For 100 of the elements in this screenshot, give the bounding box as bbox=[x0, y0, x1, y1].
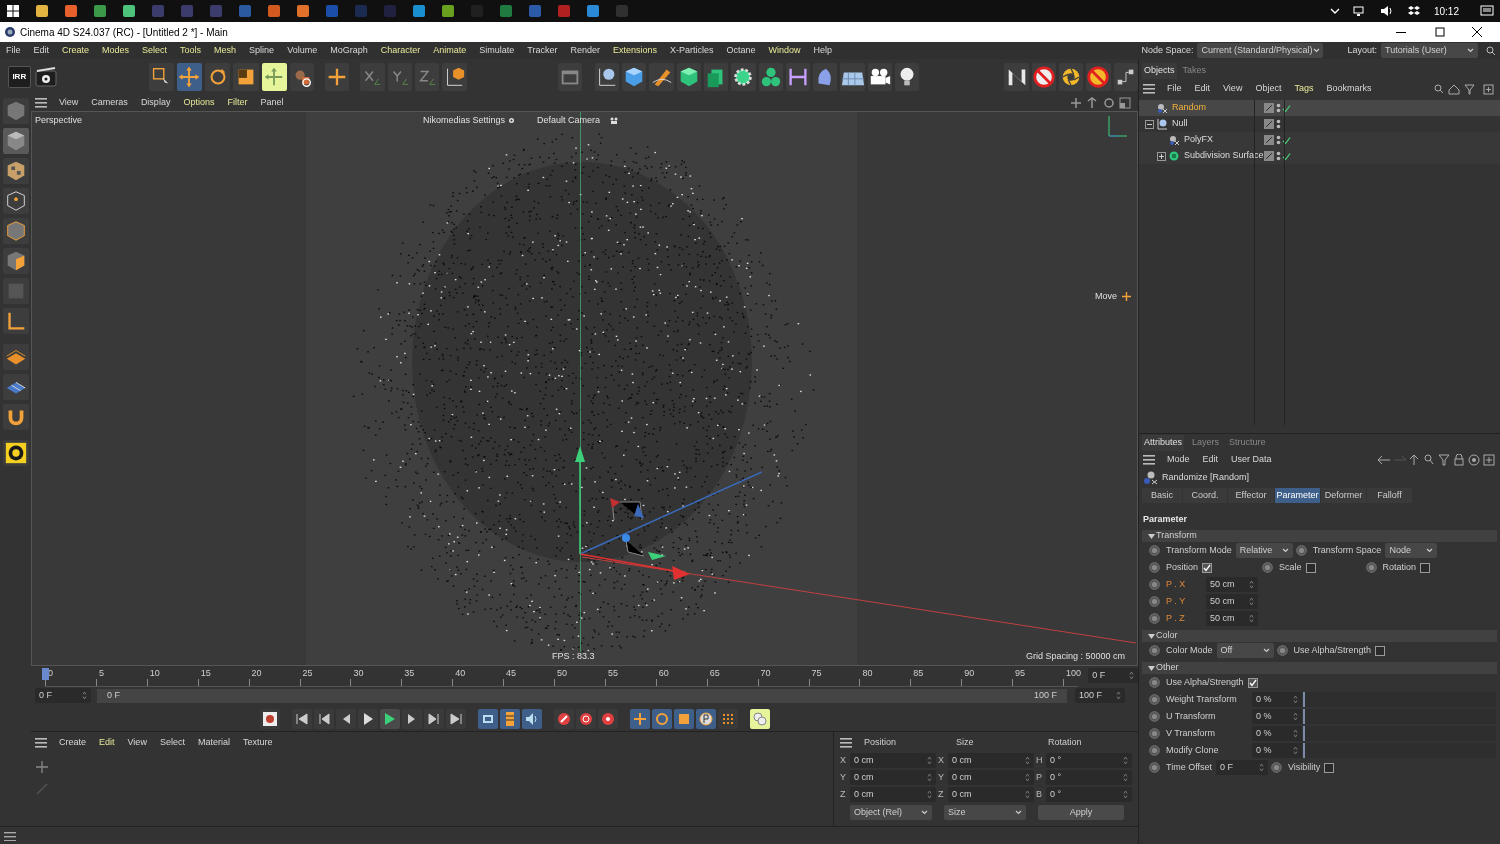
menu-item[interactable]: Bookmarks bbox=[1326, 82, 1372, 96]
coordinate-field[interactable]: 0 cm bbox=[850, 753, 936, 768]
panel-tab[interactable]: Takes bbox=[1180, 63, 1209, 79]
number-field[interactable]: 0 % bbox=[1252, 743, 1302, 758]
frame-range-bar[interactable]: 0 F 100 F bbox=[97, 688, 1067, 703]
menu-item[interactable]: Spline bbox=[249, 43, 275, 58]
coordinate-field[interactable]: 0 ° bbox=[1046, 753, 1132, 768]
group-title: Transform bbox=[1156, 529, 1197, 543]
start-frame-field[interactable]: 0 F bbox=[35, 688, 91, 703]
coordinate-field[interactable]: 0 cm bbox=[948, 787, 1034, 802]
viewport-settings-label[interactable]: Nikomedias Settings bbox=[423, 114, 506, 128]
node-space-dropdown[interactable]: Current (Standard/Physical) bbox=[1197, 43, 1324, 58]
group-header[interactable]: Transform bbox=[1142, 530, 1497, 542]
dropdown[interactable]: Node bbox=[1385, 543, 1438, 558]
menu-item[interactable]: Modes bbox=[102, 43, 130, 58]
menu-item[interactable]: User Data bbox=[1231, 453, 1272, 467]
number-field[interactable]: 0 % bbox=[1252, 726, 1302, 741]
menu-item[interactable]: Panel bbox=[260, 95, 284, 110]
menu-item[interactable]: X-Particles bbox=[670, 43, 714, 58]
menu-item[interactable]: Create bbox=[59, 736, 86, 750]
menu-item[interactable]: Tools bbox=[180, 43, 202, 58]
menu-item[interactable]: File bbox=[6, 43, 21, 58]
axis-label: Z bbox=[840, 787, 847, 801]
attribute-page-tab[interactable]: Falloff bbox=[1367, 488, 1412, 503]
group-header[interactable]: Other bbox=[1142, 662, 1497, 674]
irr-button[interactable]: IRR bbox=[8, 65, 31, 88]
number-field[interactable]: 50 cm bbox=[1206, 611, 1258, 626]
menu-item[interactable]: Edit bbox=[33, 43, 50, 58]
menu-item[interactable]: Mesh bbox=[214, 43, 237, 58]
frame-number: 100 bbox=[1066, 668, 1082, 679]
menu-item[interactable]: Material bbox=[197, 736, 230, 750]
menu-item[interactable]: Tags bbox=[1294, 82, 1314, 96]
axis-label: P bbox=[1036, 770, 1043, 784]
menu-item[interactable]: Help bbox=[813, 43, 833, 58]
apply-button[interactable]: Apply bbox=[1038, 805, 1124, 820]
coordinate-mode-dropdown[interactable]: Object (Rel) bbox=[850, 805, 932, 820]
menu-item[interactable]: Tracker bbox=[527, 43, 558, 58]
menu-item[interactable]: Select bbox=[142, 43, 168, 58]
menu-item[interactable]: Edit bbox=[99, 736, 115, 750]
menu-item[interactable]: Options bbox=[183, 95, 215, 110]
attribute-page-tab[interactable]: Parameter bbox=[1275, 488, 1320, 503]
coordinate-field[interactable]: 0 cm bbox=[948, 770, 1034, 785]
coordinate-field[interactable]: 0 cm bbox=[850, 787, 936, 802]
menu-item[interactable]: Object bbox=[1255, 82, 1282, 96]
dropdown[interactable]: Off bbox=[1216, 643, 1274, 658]
object-name[interactable]: PolyFX bbox=[1184, 133, 1260, 147]
frame-number: 50 bbox=[557, 668, 567, 679]
field-label: Position bbox=[1166, 560, 1199, 574]
menu-item[interactable]: Create bbox=[62, 43, 90, 58]
menu-item[interactable]: View bbox=[59, 95, 79, 110]
current-frame-field[interactable]: 0 F bbox=[1088, 668, 1138, 683]
group-header[interactable]: Color bbox=[1142, 630, 1497, 642]
number-field[interactable]: 50 cm bbox=[1206, 577, 1258, 592]
menu-item[interactable]: Render bbox=[570, 43, 600, 58]
menu-item[interactable]: Window bbox=[768, 43, 801, 58]
object-name[interactable]: Null bbox=[1172, 117, 1260, 131]
column-header: Position bbox=[864, 736, 898, 750]
coordinate-field[interactable]: 0 ° bbox=[1046, 770, 1132, 785]
attribute-page-tab[interactable]: Deformer bbox=[1321, 488, 1366, 503]
menu-item[interactable]: Display bbox=[140, 95, 171, 110]
menu-item[interactable]: View bbox=[1223, 82, 1243, 96]
number-field[interactable]: 0 % bbox=[1252, 692, 1302, 707]
number-field[interactable]: 0 F bbox=[1216, 760, 1268, 775]
field-label: Use Alpha/Strength bbox=[1166, 675, 1244, 689]
menu-item[interactable]: Character bbox=[380, 43, 421, 58]
panel-tab[interactable]: Structure bbox=[1227, 435, 1268, 451]
menu-item[interactable]: Volume bbox=[287, 43, 318, 58]
menu-item[interactable]: Octane bbox=[726, 43, 756, 58]
panel-tab[interactable]: Attributes bbox=[1142, 435, 1185, 451]
menu-item[interactable]: Simulate bbox=[479, 43, 515, 58]
coordinate-field[interactable]: 0 cm bbox=[948, 753, 1034, 768]
menu-item[interactable]: Select bbox=[159, 736, 185, 750]
menu-item[interactable]: Mode bbox=[1167, 453, 1190, 467]
menu-item[interactable]: MoGraph bbox=[330, 43, 368, 58]
menu-item[interactable]: Edit bbox=[1202, 453, 1219, 467]
attribute-page-tab[interactable]: Effector bbox=[1228, 488, 1274, 503]
attribute-page-tab[interactable]: Coord. bbox=[1183, 488, 1227, 503]
menu-item[interactable]: Extensions bbox=[612, 43, 657, 58]
size-mode-dropdown[interactable]: Size bbox=[944, 805, 1026, 820]
menu-item[interactable]: Texture bbox=[242, 736, 273, 750]
menu-item[interactable]: Filter bbox=[227, 95, 248, 110]
viewport[interactable]: Perspective Nikomedias Settings Default Camera Move FPS : 83.3 Grid Spacing : 50000 cm bbox=[31, 111, 1138, 666]
coordinate-field[interactable]: 0 ° bbox=[1046, 787, 1132, 802]
menu-item[interactable]: Cameras bbox=[91, 95, 128, 110]
dropdown[interactable]: Relative bbox=[1235, 543, 1293, 558]
view-name: Perspective bbox=[35, 114, 83, 127]
number-field[interactable]: 0 % bbox=[1252, 709, 1302, 724]
end-frame-field[interactable]: 100 F bbox=[1075, 688, 1125, 703]
menu-item[interactable]: Animate bbox=[433, 43, 467, 58]
number-field[interactable]: 50 cm bbox=[1206, 594, 1258, 609]
coordinate-field[interactable]: 0 cm bbox=[850, 770, 936, 785]
menu-item[interactable]: View bbox=[127, 736, 147, 750]
attribute-page-tab[interactable]: Basic bbox=[1142, 488, 1182, 503]
range-start-label: 0 F bbox=[107, 688, 120, 702]
menu-item[interactable]: File bbox=[1167, 82, 1182, 96]
layout-dropdown[interactable]: Tutorials (User) bbox=[1381, 43, 1478, 58]
camera-label[interactable]: Default Camera bbox=[537, 114, 601, 128]
menu-item[interactable]: Edit bbox=[1194, 82, 1211, 96]
panel-tab[interactable]: Objects bbox=[1142, 63, 1177, 79]
panel-tab[interactable]: Layers bbox=[1190, 435, 1222, 451]
